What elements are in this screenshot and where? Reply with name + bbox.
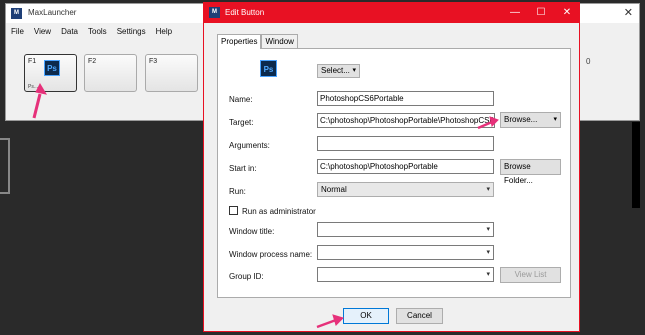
close-icon[interactable]: ✕	[624, 6, 633, 19]
dropdown-arrow-icon: ▾	[553, 116, 557, 123]
dropdown-arrow-icon: ▾	[486, 226, 490, 233]
target-field[interactable]: C:\photoshop\PhotoshopPortable\Photoshop…	[317, 113, 495, 128]
window-process-name-select[interactable]: ▾	[317, 245, 494, 260]
ok-button[interactable]: OK	[343, 308, 389, 324]
menu-tools[interactable]: Tools	[83, 25, 112, 38]
run-select-value: Normal	[321, 185, 347, 194]
select-button-label: Select...	[321, 66, 350, 75]
start-in-label: Start in:	[229, 164, 257, 173]
dropdown-arrow-icon: ▾	[486, 249, 490, 256]
photoshop-icon: Ps	[44, 60, 60, 76]
launcher-tile-f1[interactable]: F1 Ps Ps...	[24, 54, 77, 92]
run-label: Run:	[229, 187, 246, 196]
tile-key-label: F1	[28, 58, 37, 65]
maxlauncher-title: MaxLauncher	[28, 8, 77, 17]
window-title-select[interactable]: ▾	[317, 222, 494, 237]
background-decoration	[632, 122, 640, 208]
dropdown-arrow-icon: ▾	[486, 186, 490, 193]
menu-settings[interactable]: Settings	[112, 25, 151, 38]
window-process-name-label: Window process name:	[229, 250, 313, 259]
launcher-tile-f2[interactable]: F2	[84, 54, 137, 92]
arguments-field[interactable]	[317, 136, 494, 151]
target-label: Target:	[229, 118, 254, 127]
group-id-select[interactable]: ▾	[317, 267, 494, 282]
launcher-tile-f3[interactable]: F3	[145, 54, 198, 92]
menu-help[interactable]: Help	[151, 25, 177, 38]
arguments-label: Arguments:	[229, 141, 270, 150]
select-icon-button[interactable]: Select... ▾	[317, 64, 360, 78]
run-as-admin-label: Run as administrator	[242, 207, 316, 216]
tile-caption: Ps...	[28, 84, 39, 90]
browse-button-label: Browse...	[504, 115, 538, 124]
dialog-tabs: Properties Window	[217, 34, 298, 49]
run-as-admin-checkbox[interactable]	[229, 206, 238, 215]
name-field[interactable]: PhotoshopCS6Portable	[317, 91, 494, 106]
dropdown-arrow-icon: ▾	[352, 67, 356, 74]
view-list-button[interactable]: View List	[500, 267, 561, 283]
menu-view[interactable]: View	[29, 25, 56, 38]
edit-button-dialog: M Edit Button — ☐ ✕ Properties Window Ps…	[203, 2, 580, 332]
run-select[interactable]: Normal ▾	[317, 182, 494, 197]
menu-data[interactable]: Data	[56, 25, 83, 38]
maxlauncher-app-icon: M	[209, 7, 220, 18]
partial-tile-key: 0	[586, 57, 591, 66]
maxlauncher-app-icon: M	[11, 8, 22, 19]
tab-properties[interactable]: Properties	[217, 34, 262, 49]
name-label: Name:	[229, 95, 253, 104]
window-title-label: Window title:	[229, 227, 275, 236]
dialog-title: Edit Button	[225, 8, 265, 17]
dropdown-arrow-icon: ▾	[486, 271, 490, 278]
tile-key-label: F2	[88, 58, 97, 65]
menu-file[interactable]: File	[6, 25, 29, 38]
start-in-field[interactable]: C:\photoshop\PhotoshopPortable	[317, 159, 494, 174]
tile-key-label: F3	[149, 58, 158, 65]
close-icon[interactable]: ✕	[554, 3, 580, 23]
maximize-icon[interactable]: ☐	[528, 3, 554, 23]
browse-button[interactable]: Browse... ▾	[500, 112, 561, 128]
tab-window[interactable]: Window	[261, 34, 298, 48]
background-decoration	[0, 138, 10, 194]
browse-folder-button[interactable]: Browse Folder...	[500, 159, 561, 185]
maxlauncher-menubar: File View Data Tools Settings Help	[6, 25, 177, 38]
group-id-label: Group ID:	[229, 272, 264, 281]
minimize-icon[interactable]: —	[502, 3, 528, 23]
photoshop-icon: Ps	[260, 60, 277, 77]
dialog-titlebar: M Edit Button — ☐ ✕	[204, 3, 579, 23]
cancel-button[interactable]: Cancel	[396, 308, 443, 324]
